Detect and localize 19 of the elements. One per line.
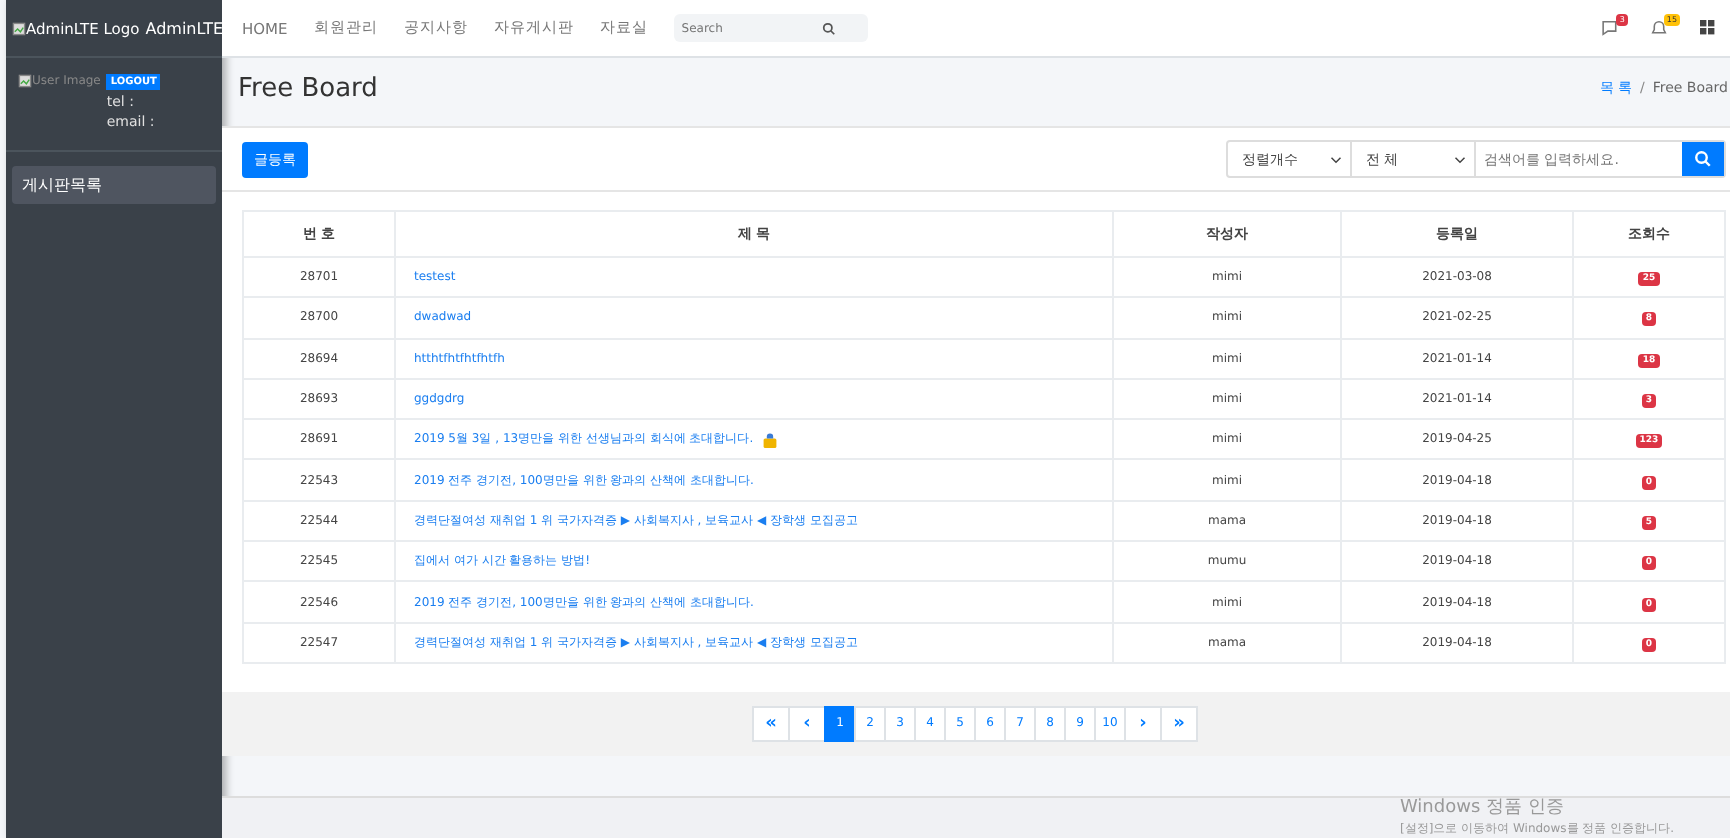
chevron-down-icon — [1454, 155, 1466, 163]
next-page-button[interactable]: › — [1124, 705, 1162, 742]
grid-icon[interactable] — [1700, 20, 1716, 36]
activation-title: Windows 정품 인증 — [1399, 796, 1566, 820]
broken-image-icon — [12, 21, 26, 35]
bell-icon[interactable] — [1647, 18, 1670, 38]
last-page-button[interactable]: » — [1160, 705, 1198, 742]
broken-image-icon — [18, 74, 32, 88]
search-icon[interactable] — [821, 21, 836, 35]
chat-icon[interactable] — [1600, 18, 1623, 38]
lock-icon — [761, 431, 778, 448]
sidebar-menu-item[interactable]: 게시판목록 — [12, 166, 216, 204]
page-title: Free Board — [238, 73, 378, 103]
brand-text: AdminLTE — [145, 19, 224, 37]
first-page-button[interactable]: « — [752, 705, 790, 742]
previous-page-button[interactable]: ‹ — [788, 705, 826, 742]
search-icon — [1694, 150, 1712, 168]
search-button[interactable] — [1682, 142, 1724, 176]
chevron-down-icon — [1330, 155, 1342, 163]
